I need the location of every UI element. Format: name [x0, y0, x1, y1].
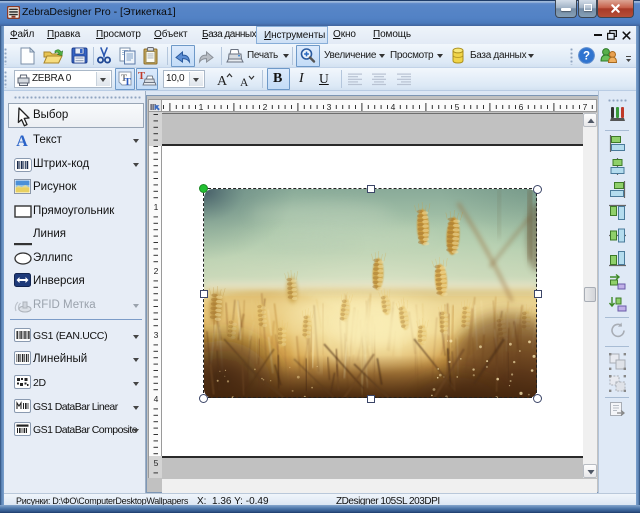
svg-text:2: 2	[154, 266, 159, 276]
svg-text:A: A	[217, 74, 228, 87]
svg-text:3: 3	[154, 330, 159, 340]
svg-text:A: A	[16, 133, 28, 148]
svg-text:1: 1	[199, 102, 204, 112]
svg-text:5: 5	[455, 102, 460, 112]
svg-text:?: ?	[583, 51, 590, 63]
svg-text:1: 1	[154, 202, 159, 212]
svg-text:7: 7	[583, 102, 588, 112]
svg-text:A: A	[240, 77, 249, 88]
svg-text:3: 3	[327, 102, 332, 112]
svg-text:5: 5	[154, 458, 159, 468]
svg-text:T: T	[138, 71, 145, 82]
svg-text:4: 4	[154, 394, 159, 404]
svg-text:4: 4	[391, 102, 396, 112]
svg-text:6: 6	[519, 102, 524, 112]
svg-text:T: T	[124, 77, 131, 88]
svg-text:2: 2	[263, 102, 268, 112]
